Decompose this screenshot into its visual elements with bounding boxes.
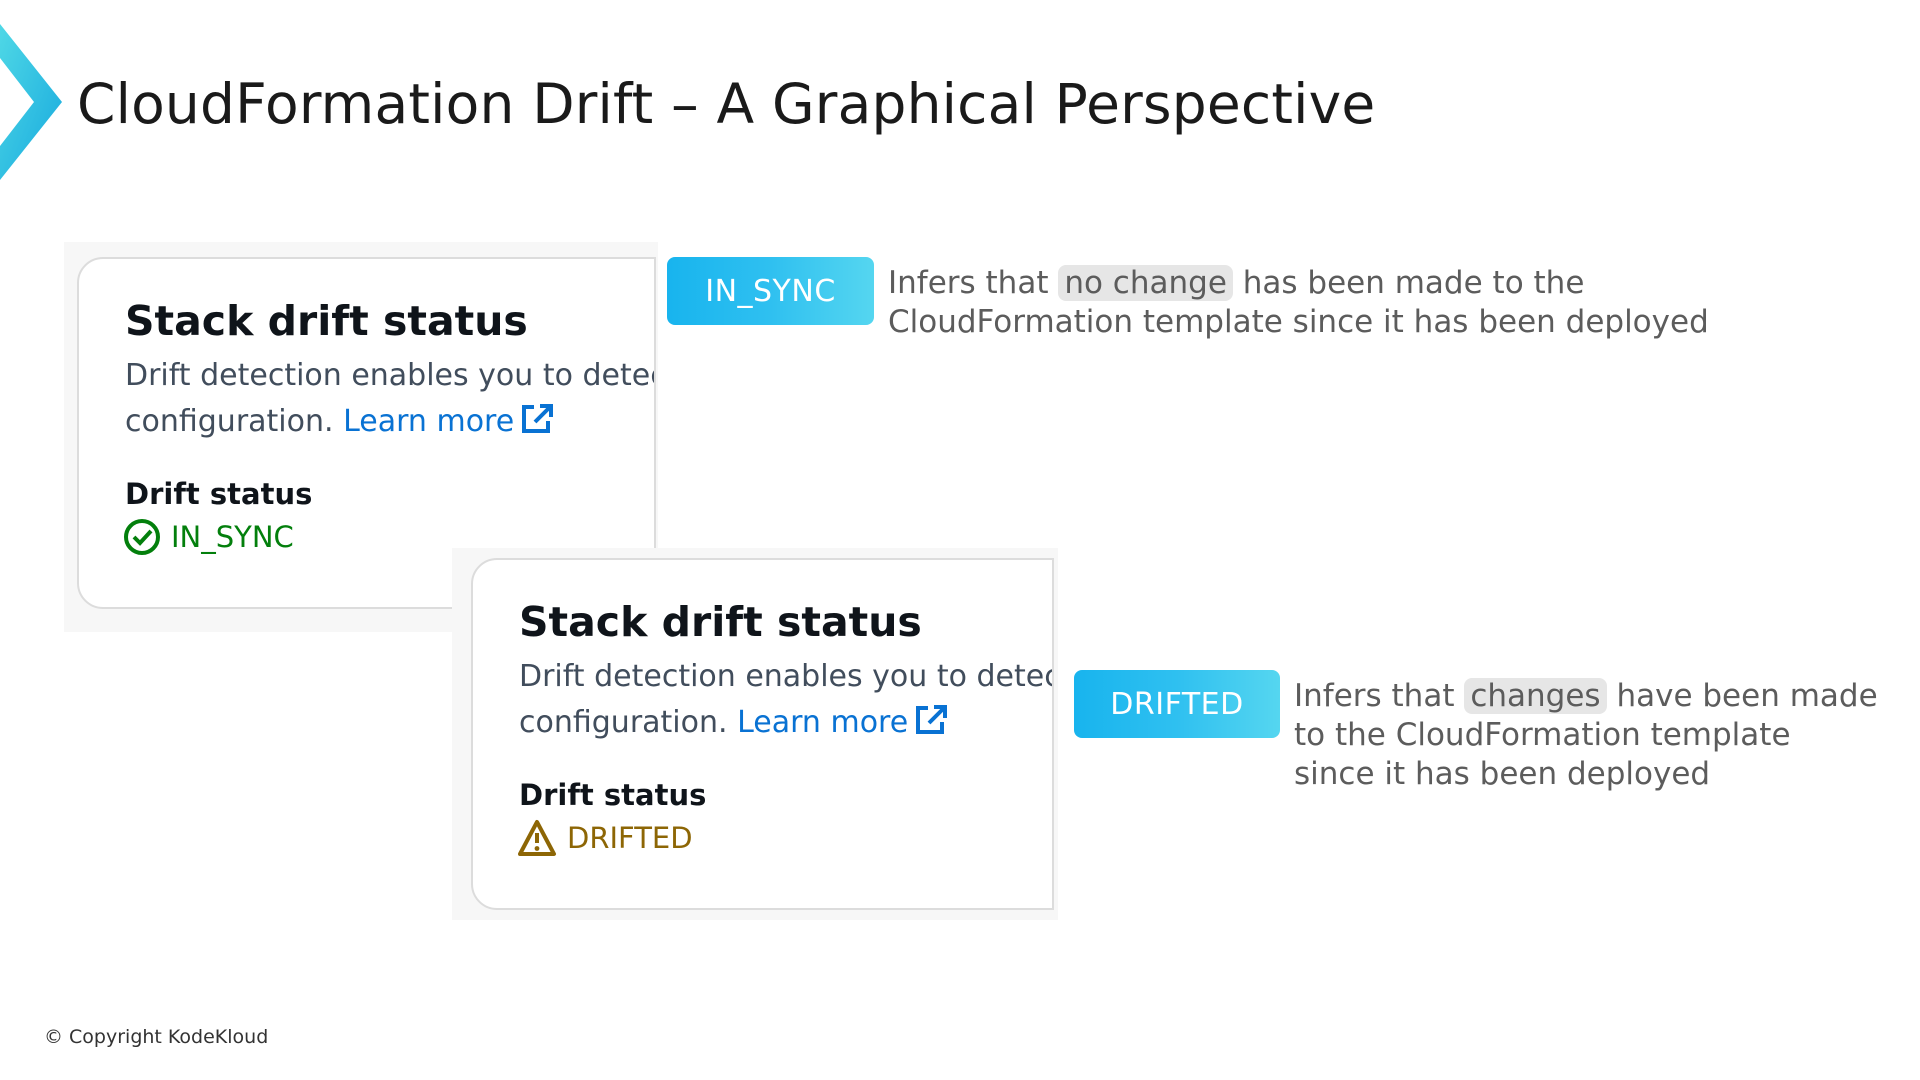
description-line-2: configuration. Learn more (125, 399, 654, 445)
card-description: Drift detection enables you to detect co… (519, 654, 1054, 746)
warning-triangle-icon (518, 820, 556, 856)
note-prefix: Infers that (888, 265, 1049, 301)
note-line-3: since it has been deployed (1294, 756, 1711, 792)
note-prefix: Infers that (1294, 678, 1455, 714)
learn-more-link[interactable]: Learn more (343, 404, 554, 439)
learn-more-label: Learn more (343, 404, 515, 439)
card-description: Drift detection enables you to detect co… (125, 353, 656, 445)
note-suffix: have been made (1616, 678, 1878, 714)
description-line-2: configuration. Learn more (519, 700, 1052, 746)
note-line-1: Infers that changes have been made (1294, 677, 1878, 716)
note-line-2: CloudFormation template since it has bee… (888, 304, 1709, 340)
external-link-icon (522, 404, 554, 433)
badge-label: IN_SYNC (705, 273, 836, 309)
slide-title: CloudFormation Drift – A Graphical Persp… (77, 72, 1376, 136)
learn-more-label: Learn more (737, 705, 909, 740)
check-circle-icon (124, 519, 160, 555)
drifted-badge: DRIFTED (1074, 670, 1280, 738)
badge-label: DRIFTED (1110, 686, 1244, 722)
in-sync-note: Infers that no change has been made to t… (888, 264, 1709, 342)
description-line-1: Drift detection enables you to detect (125, 358, 656, 393)
status-text: DRIFTED (567, 821, 693, 855)
note-suffix: has been made to the (1242, 265, 1585, 301)
drift-status-label: Drift status (125, 477, 313, 511)
external-link-icon (916, 705, 948, 734)
drift-status-value: IN_SYNC (123, 518, 294, 556)
drifted-note: Infers that changes have been made to th… (1294, 677, 1878, 794)
card-title: Stack drift status (519, 598, 922, 646)
note-highlight: no change (1058, 265, 1233, 301)
in-sync-badge: IN_SYNC (667, 257, 874, 325)
copyright-notice: © Copyright KodeKloud (44, 1026, 269, 1048)
kodekloud-chevron-logo (0, 24, 62, 180)
description-prefix: configuration. (519, 705, 728, 740)
drift-status-value: DRIFTED (517, 819, 693, 857)
note-highlight: changes (1464, 678, 1607, 714)
note-line-2: to the CloudFormation template (1294, 717, 1791, 753)
status-text: IN_SYNC (171, 520, 294, 554)
card-title: Stack drift status (125, 297, 528, 345)
learn-more-link[interactable]: Learn more (737, 705, 948, 740)
description-prefix: configuration. (125, 404, 334, 439)
drift-status-card-drifted: Stack drift status Drift detection enabl… (471, 558, 1054, 910)
drift-status-label: Drift status (519, 778, 707, 812)
note-line-1: Infers that no change has been made to t… (888, 264, 1709, 303)
description-line-1: Drift detection enables you to detect (519, 659, 1054, 694)
